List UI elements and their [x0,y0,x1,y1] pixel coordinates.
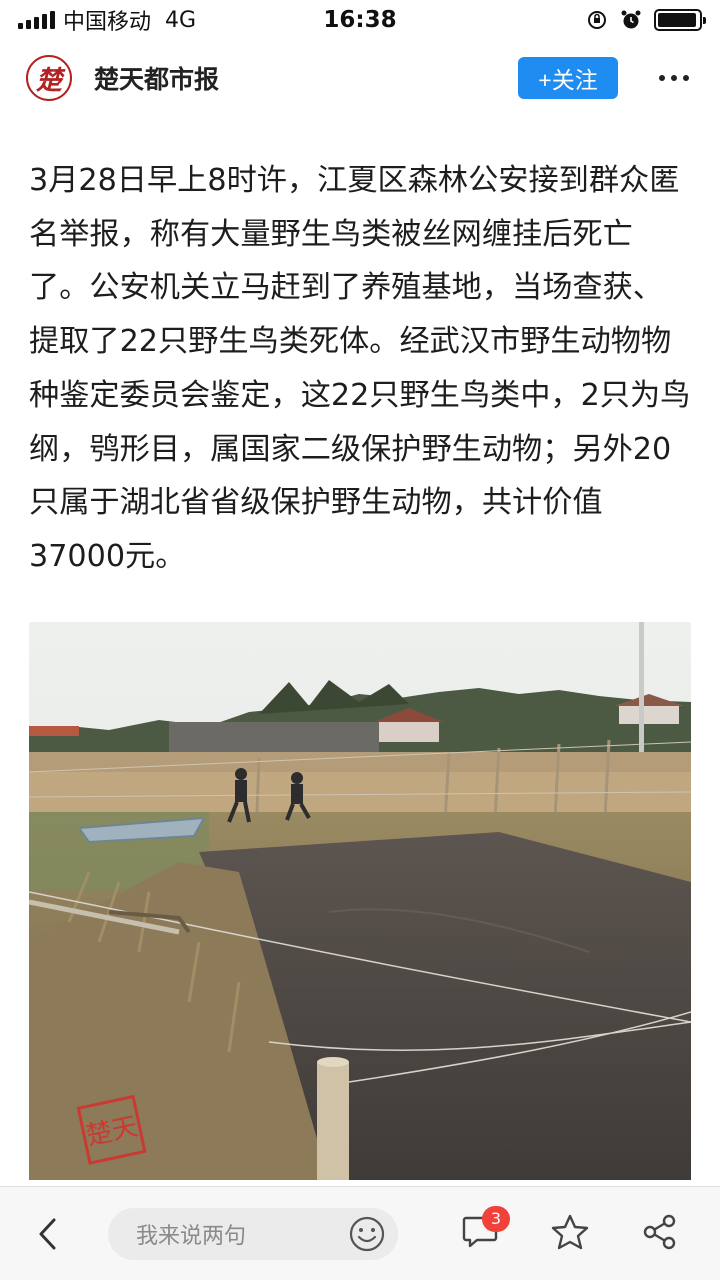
account-name[interactable]: 楚天都市报 [94,60,219,96]
account-header: 楚 楚天都市报 +关注 [0,48,720,108]
alarm-icon [620,9,642,31]
star-icon [550,1213,590,1255]
follow-button[interactable]: +关注 [518,57,618,99]
share-button[interactable] [630,1204,690,1264]
smiley-icon[interactable] [346,1213,388,1255]
status-bar: 中国移动 4G 16:38 [0,0,720,40]
carrier-name: 中国移动 [63,10,152,35]
rotation-lock-icon [586,9,608,31]
share-icon [641,1213,679,1255]
favorite-button[interactable] [540,1204,600,1264]
back-icon[interactable] [22,1204,72,1264]
battery-icon [654,9,706,31]
comment-count-badge: 3 [482,1205,510,1232]
comments-button[interactable]: 3 [450,1204,510,1264]
network-type: 4G [165,7,197,33]
comment-input[interactable]: 我来说两句 [108,1207,398,1260]
comment-placeholder: 我来说两句 [136,1223,247,1249]
more-icon[interactable] [654,57,694,99]
signal-icon [18,11,55,29]
article-paragraph: 3月28日早上8时许，江夏区森林公安接到群众匿名举报，称有大量野生鸟类被丝网缠挂… [29,163,691,574]
bottom-toolbar: 我来说两句 3 [0,1186,720,1280]
account-logo[interactable]: 楚 [26,55,72,101]
article-photo[interactable]: 楚天 [29,622,691,1180]
